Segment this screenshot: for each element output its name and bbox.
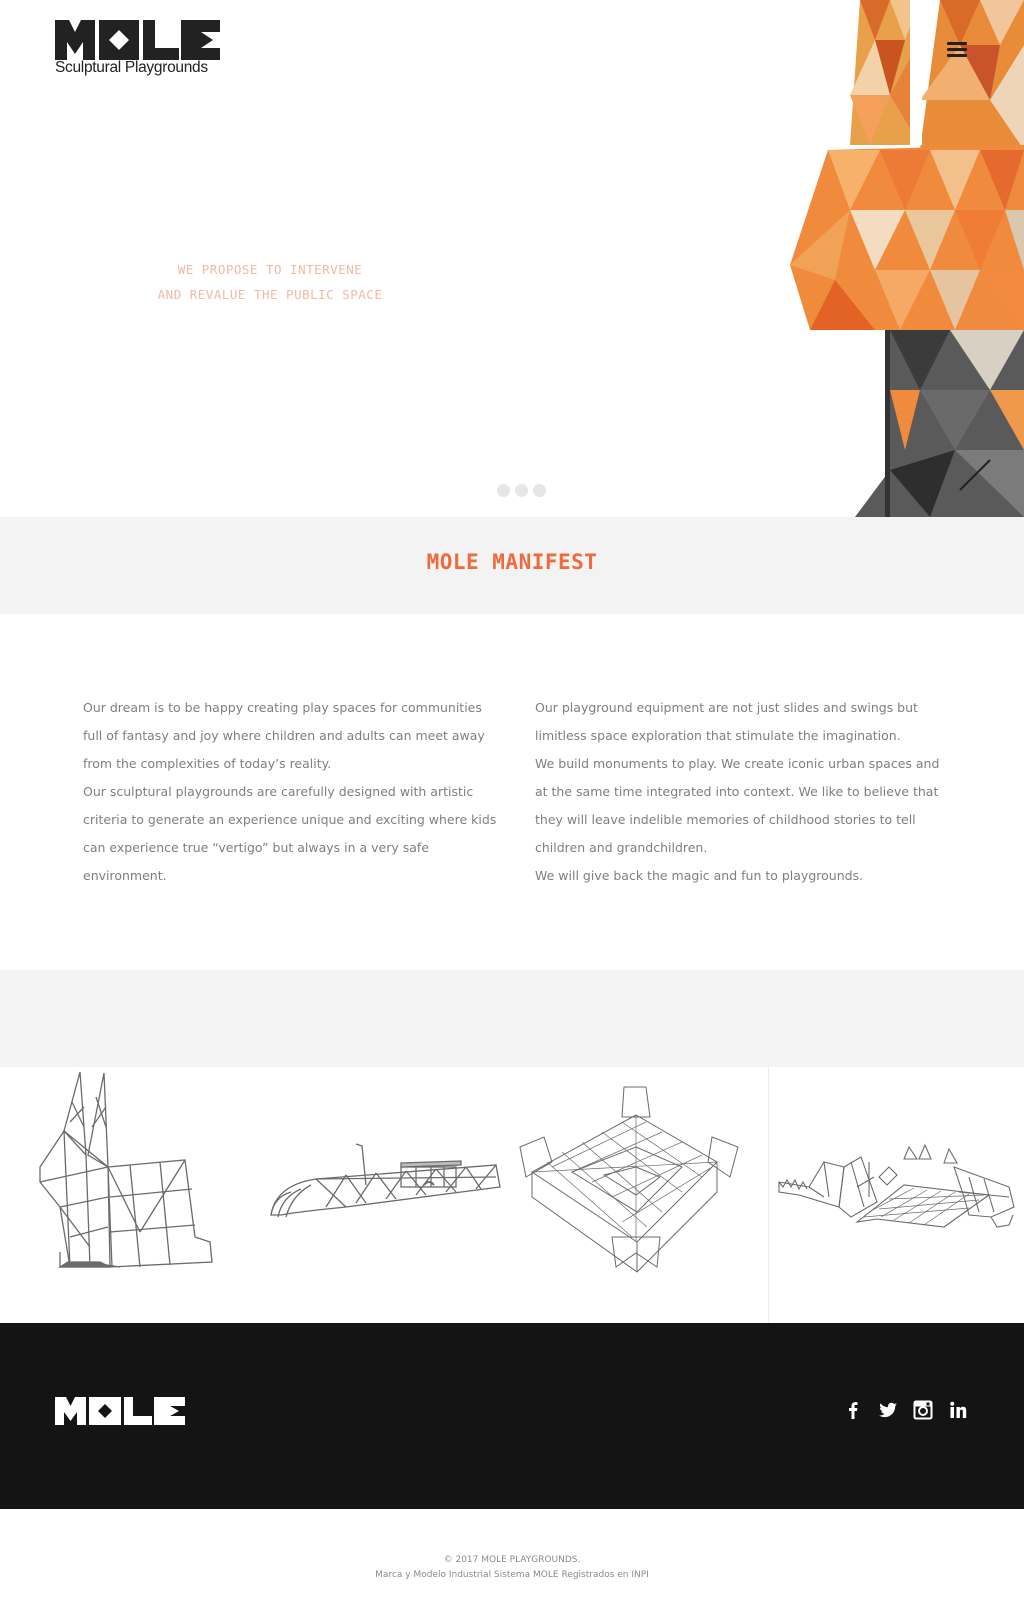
facebook-icon[interactable] (842, 1399, 864, 1421)
slider-dot-1[interactable] (497, 484, 510, 497)
slider-dot-2[interactable] (515, 484, 528, 497)
manifest-paragraph: We build monuments to play. We create ic… (535, 756, 940, 855)
hero-caption-line-1: WE PROPOSE TO INTERVENE (177, 262, 363, 277)
rabbit-sculpture-icon (39, 1071, 213, 1268)
product-gallery (0, 1067, 1024, 1323)
manifest-right-column: Our playground equipment are not just sl… (535, 694, 955, 890)
slider-dot-3[interactable] (533, 484, 546, 497)
logo-tagline: Sculptural Playgrounds (55, 59, 208, 76)
trademark-line: Marca y Modelo Industrial Sistema MOLE R… (375, 1569, 649, 1580)
mole-logo-wordmark (55, 20, 220, 60)
gallery-item-rabbit[interactable] (0, 1067, 256, 1323)
hero-caption: WE PROPOSE TO INTERVENE AND REVALUE THE … (130, 258, 410, 307)
social-links (842, 1399, 969, 1421)
site-footer (0, 1323, 1024, 1509)
manifest-paragraph: Our sculptural playgrounds are carefully… (83, 784, 497, 883)
manifest-paragraph: We will give back the magic and fun to p… (535, 868, 864, 883)
manifest-left-column: Our dream is to be happy creating play s… (83, 694, 503, 890)
copyright: © 2017 MOLE PLAYGROUNDS. Marca y Modelo … (0, 1553, 1024, 1582)
manifest-paragraph: Our dream is to be happy creating play s… (83, 700, 485, 771)
hamburger-menu-icon[interactable] (947, 42, 967, 58)
gallery-item-submarine[interactable] (256, 1067, 512, 1323)
hero-slider: Sculptural Playgrounds WE PROPOSE TO INT… (0, 0, 1024, 517)
gallery-item-dragon[interactable] (768, 1067, 1024, 1323)
section-divider-band (0, 970, 1024, 1067)
copyright-line: © 2017 MOLE PLAYGROUNDS. (443, 1555, 581, 1565)
page: Sculptural Playgrounds WE PROPOSE TO INT… (0, 0, 1024, 1604)
submarine-sculpture-icon (270, 1143, 501, 1218)
manifest-title: MOLE MANIFEST (426, 550, 598, 574)
rabbit-sculpture-photo (790, 0, 1024, 517)
manifest-band: MOLE MANIFEST (0, 517, 1024, 614)
manifest-paragraph: Our playground equipment are not just sl… (535, 700, 918, 743)
castle-sculpture-icon (519, 1086, 739, 1273)
slider-pagination (497, 484, 546, 497)
footer-mole-logo[interactable] (55, 1397, 185, 1425)
site-logo[interactable]: Sculptural Playgrounds (55, 20, 220, 77)
hero-caption-line-2: AND REVALUE THE PUBLIC SPACE (157, 286, 383, 302)
dragon-sculpture-icon (778, 1143, 1015, 1228)
linkedin-icon[interactable] (947, 1399, 969, 1421)
instagram-icon[interactable] (912, 1399, 934, 1421)
twitter-icon[interactable] (877, 1399, 899, 1421)
gallery-item-castle[interactable] (512, 1067, 768, 1323)
